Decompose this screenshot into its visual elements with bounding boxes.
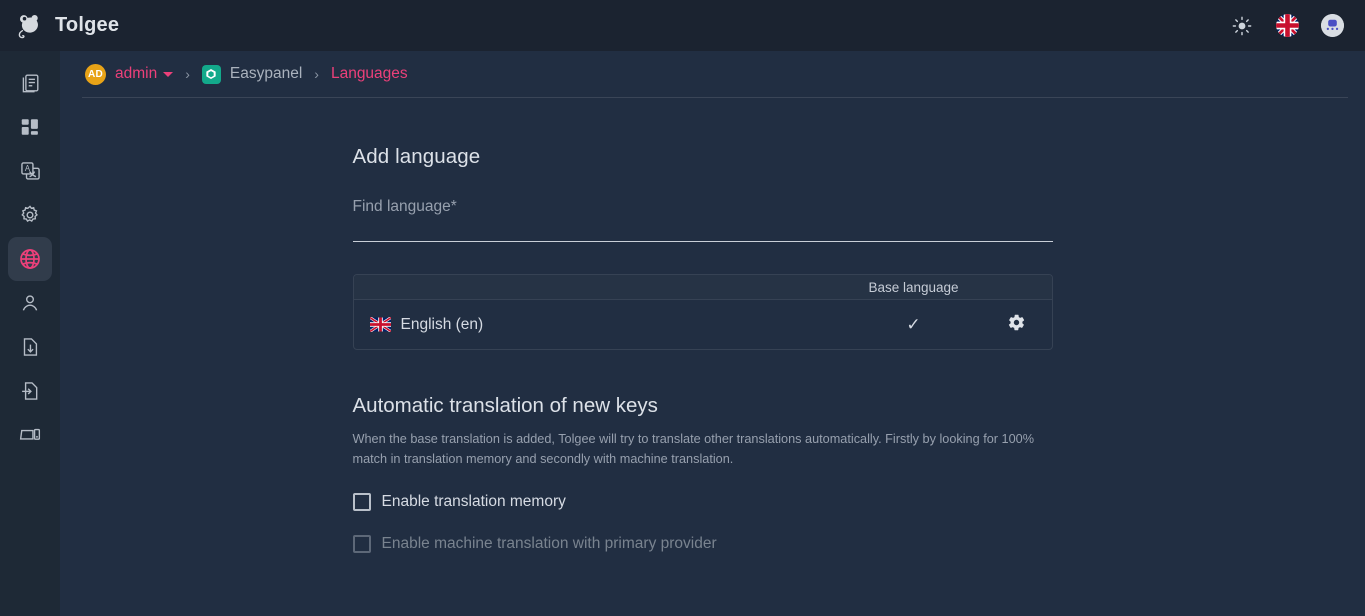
breadcrumb-page: Languages bbox=[331, 65, 408, 83]
breadcrumb-project-label: Easypanel bbox=[230, 65, 302, 83]
file-import-icon bbox=[19, 380, 41, 402]
breadcrumb-project[interactable]: Easypanel bbox=[202, 65, 302, 84]
sidebar-item-dashboard[interactable] bbox=[8, 105, 52, 149]
sun-icon[interactable] bbox=[1229, 13, 1255, 39]
find-language-label: Find language* bbox=[353, 198, 1053, 226]
enable-translation-memory-checkbox[interactable]: Enable translation memory bbox=[353, 493, 1053, 511]
add-language-title: Add language bbox=[353, 145, 1053, 169]
header-actions bbox=[1229, 13, 1365, 39]
breadcrumb-user[interactable]: AD admin bbox=[85, 64, 173, 85]
sidebar-item-developer[interactable] bbox=[8, 413, 52, 457]
chevron-down-icon[interactable] bbox=[163, 72, 173, 77]
languages-panel: Add language Find language* Base languag… bbox=[353, 98, 1053, 553]
enable-machine-translation-checkbox: Enable machine translation with primary … bbox=[353, 535, 1053, 553]
find-language-field: Find language* bbox=[353, 198, 1053, 244]
person-icon bbox=[19, 292, 41, 314]
sidebar-item-members[interactable] bbox=[8, 281, 52, 325]
sidebar-item-languages[interactable] bbox=[8, 237, 52, 281]
translations-icon: A bbox=[19, 160, 41, 182]
breadcrumb-separator-2: › bbox=[314, 66, 319, 82]
app-title: Tolgee bbox=[55, 14, 119, 37]
gear-icon bbox=[1007, 313, 1026, 337]
breadcrumb-separator-1: › bbox=[185, 66, 190, 82]
avatar bbox=[1321, 14, 1344, 37]
user-initials-avatar: AD bbox=[85, 64, 106, 85]
sidebar-item-settings[interactable] bbox=[8, 193, 52, 237]
checkbox-box bbox=[353, 535, 371, 553]
easypanel-project-icon bbox=[202, 65, 221, 84]
table-row: English (en) ✓ bbox=[354, 300, 1052, 349]
col-header-base-language: Base language bbox=[846, 280, 982, 295]
table-header-row: Base language bbox=[354, 275, 1052, 300]
uk-flag-icon bbox=[370, 317, 391, 332]
auto-translation-description: When the base translation is added, Tolg… bbox=[353, 429, 1053, 469]
user-avatar-icon[interactable] bbox=[1319, 13, 1345, 39]
sidebar: A bbox=[0, 51, 60, 616]
flag-graphic bbox=[1276, 14, 1299, 37]
language-name-cell: English (en) bbox=[354, 316, 846, 334]
checkbox-label: Enable translation memory bbox=[382, 493, 566, 511]
breadcrumb-page-label: Languages bbox=[331, 65, 408, 83]
projects-icon bbox=[19, 72, 41, 94]
uk-flag-icon[interactable] bbox=[1274, 13, 1300, 39]
auto-translation-title: Automatic translation of new keys bbox=[353, 394, 1053, 418]
sidebar-item-translations[interactable]: A bbox=[8, 149, 52, 193]
sidebar-item-projects[interactable] bbox=[8, 61, 52, 105]
globe-icon bbox=[18, 247, 42, 271]
app-header: Tolgee bbox=[0, 0, 1365, 51]
main-content: AD admin › Easypanel › Languages Add lan… bbox=[60, 51, 1365, 616]
checkbox-box[interactable] bbox=[353, 493, 371, 511]
devices-icon bbox=[19, 424, 41, 446]
checkbox-label: Enable machine translation with primary … bbox=[382, 535, 717, 553]
base-language-check: ✓ bbox=[846, 315, 982, 335]
gear-icon bbox=[19, 204, 41, 226]
sidebar-item-export[interactable] bbox=[8, 325, 52, 369]
sidebar-item-import[interactable] bbox=[8, 369, 52, 413]
language-name-label: English (en) bbox=[401, 316, 484, 334]
language-settings-button[interactable] bbox=[982, 313, 1052, 337]
file-export-icon bbox=[19, 336, 41, 358]
tolgee-mouse-logo-icon bbox=[14, 11, 44, 41]
breadcrumb: AD admin › Easypanel › Languages bbox=[60, 51, 1365, 97]
find-language-input[interactable] bbox=[353, 234, 1053, 242]
breadcrumb-user-label: admin bbox=[115, 65, 157, 83]
languages-table: Base language English (en) bbox=[353, 274, 1053, 350]
app-logo[interactable]: Tolgee bbox=[0, 11, 119, 41]
dashboard-icon bbox=[19, 116, 41, 138]
